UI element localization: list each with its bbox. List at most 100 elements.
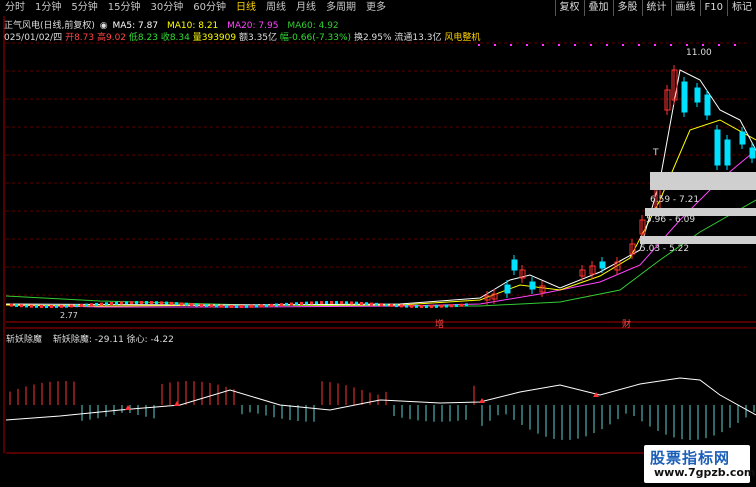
- candle: [85, 303, 88, 307]
- candle: [130, 301, 133, 305]
- signal-dot: [590, 44, 592, 46]
- candle: [290, 302, 293, 306]
- indicator-values: 斩妖除魔: -29.11 徐心: -4.22: [52, 335, 174, 345]
- candle: [180, 302, 183, 306]
- candle: [300, 301, 303, 305]
- range-box: [640, 236, 756, 244]
- candle: [95, 302, 98, 306]
- candle: [320, 301, 323, 305]
- candle: [460, 303, 463, 307]
- candle: [70, 304, 73, 308]
- candle: [511, 259, 518, 271]
- candle: [120, 301, 123, 305]
- candle: [435, 304, 438, 308]
- marker-zeng: 增: [435, 318, 444, 330]
- watermark-title: 股票指标网: [650, 449, 731, 467]
- range-label: 6.59 - 7.21: [650, 195, 699, 205]
- candle: [185, 302, 188, 306]
- candle: [285, 302, 288, 306]
- candle: [55, 304, 58, 308]
- t-mark: T: [652, 148, 659, 158]
- candle: [75, 304, 78, 308]
- candle: [420, 304, 423, 308]
- signal-dot: [718, 44, 720, 46]
- candle: [205, 304, 208, 308]
- candle: [360, 301, 363, 305]
- candle: [25, 304, 28, 308]
- signal-dot: [542, 44, 544, 46]
- candle: [175, 302, 178, 306]
- kline-chart[interactable]: 6.59 - 7.21 5.96 - 6.09 5.03 - 5.22 11.00 2.…: [0, 0, 756, 487]
- candle: [60, 304, 63, 308]
- candle: [170, 301, 173, 305]
- candle: [365, 302, 368, 306]
- candle: [210, 304, 213, 308]
- candle: [65, 304, 68, 308]
- candle: [405, 304, 408, 308]
- candle: [455, 304, 458, 308]
- range-box: [650, 172, 756, 190]
- candle: [385, 303, 388, 307]
- candle: [694, 87, 701, 103]
- signal-dot: [638, 44, 640, 46]
- candle: [215, 304, 218, 308]
- candle: [410, 304, 413, 308]
- candle: [704, 94, 711, 116]
- ma20-line: [5, 149, 756, 308]
- indicator-header: 斩妖除魔 斩妖除魔: -29.11 徐心: -4.22: [6, 332, 174, 345]
- candle: [714, 129, 721, 166]
- signal-dot: [686, 44, 688, 46]
- candle: [355, 301, 358, 305]
- candle: [415, 304, 418, 308]
- candle: [200, 303, 203, 307]
- range-label: 5.96 - 6.09: [646, 215, 695, 225]
- candle: [190, 303, 193, 307]
- candle: [145, 301, 148, 305]
- candle: [370, 302, 373, 306]
- indicator-name: 斩妖除魔: [6, 335, 43, 345]
- signal-dot: [702, 44, 704, 46]
- signal-dot: [574, 44, 576, 46]
- candle: [20, 304, 23, 308]
- candle: [35, 304, 38, 308]
- candle: [90, 303, 93, 307]
- candle: [165, 301, 168, 305]
- candle: [100, 302, 103, 306]
- candle: [15, 303, 18, 307]
- candle: [280, 303, 283, 307]
- candle: [325, 301, 328, 305]
- low-price-label: 2.77: [60, 311, 78, 320]
- signal-arrow: [174, 401, 180, 406]
- candle: [599, 261, 606, 269]
- candle: [255, 304, 258, 308]
- candle: [240, 304, 243, 308]
- candle: [345, 301, 348, 305]
- candle: [155, 301, 158, 305]
- candle: [295, 302, 298, 306]
- range-label: 5.03 - 5.22: [640, 244, 689, 254]
- ma5-line: [5, 69, 756, 306]
- candle: [350, 301, 353, 305]
- candle: [260, 304, 263, 308]
- candle: [195, 303, 198, 307]
- signal-dot: [622, 44, 624, 46]
- candle: [225, 304, 228, 308]
- candle: [110, 301, 113, 305]
- candle: [445, 304, 448, 308]
- high-price-label: 11.00: [686, 48, 712, 58]
- candle: [340, 301, 343, 305]
- candle: [724, 139, 731, 166]
- candle: [310, 301, 313, 305]
- candle: [140, 301, 143, 305]
- indicator-line: [5, 377, 756, 421]
- candle: [250, 304, 253, 308]
- watermark-logo: 股票指标网 www.7gpzb.com: [644, 445, 755, 483]
- candle: [681, 81, 688, 113]
- candle: [305, 301, 308, 305]
- candle: [440, 304, 443, 308]
- candle: [230, 304, 233, 308]
- candle: [390, 303, 393, 307]
- candle: [504, 284, 511, 294]
- signal-dot: [670, 44, 672, 46]
- signal-dot: [526, 44, 528, 46]
